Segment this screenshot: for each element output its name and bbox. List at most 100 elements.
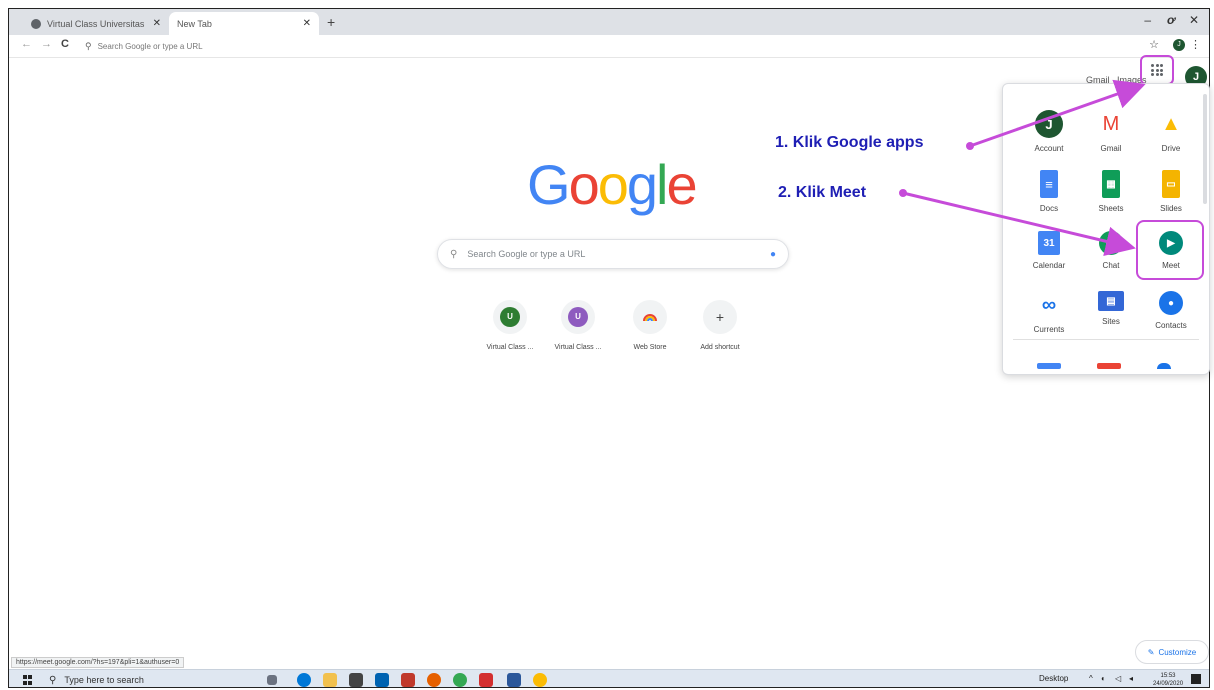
profile-avatar[interactable]: J [1173,39,1185,51]
meet-highlight-box [1136,220,1204,280]
sheets-icon: ▦ [1102,170,1120,198]
calendar-icon: 31 [1038,231,1060,255]
apps-grid-icon [1151,64,1163,76]
shortcut-virtual-class-1[interactable]: U Virtual Class ... [473,300,547,351]
omnibox-placeholder: Search Google or type a URL [97,41,203,51]
app-account[interactable]: J Account [1019,110,1079,153]
docs-icon: ≡ [1040,170,1058,198]
shortcut-label: Add shortcut [700,344,740,351]
acrobat-icon[interactable] [479,673,493,687]
step2-annotation: 2. Klik Meet [778,184,867,201]
slides-icon: ▭ [1162,170,1180,198]
app-label: Slides [1160,204,1182,213]
app-sheets[interactable]: ▦ Sheets [1081,170,1141,213]
restore-icon[interactable]: ơ [1167,13,1175,27]
account-icon: J [1035,110,1063,138]
word-icon[interactable] [507,673,521,687]
shortcut-tile: U [493,300,527,334]
app-label: Chat [1102,261,1120,270]
status-bar-url: https://meet.google.com/?hs=197&pli=1&au… [11,657,185,668]
app-currents[interactable]: ∞ Currents [1019,291,1079,335]
logo-letter: o [597,153,629,216]
tab-title: New Tab [177,18,212,29]
microphone-icon[interactable]: ● [770,249,776,260]
back-arrow-icon[interactable]: ← [21,38,32,50]
app-label: Docs [1039,204,1059,213]
drive-icon: ▲ [1161,112,1181,135]
chat-icon: @ [1099,231,1123,255]
app-drive[interactable]: ▲ Drive [1141,110,1201,154]
app-label: Sheets [1098,204,1124,213]
tab-virtual-class[interactable]: Virtual Class Universitas Klabat ✕ [23,12,169,35]
next-app-icon[interactable] [1037,363,1061,369]
omnibox[interactable]: ⚲ Search Google or type a URL [85,38,1135,54]
web-store-icon [643,314,657,322]
volume-icon[interactable]: ◁ [1115,674,1121,683]
logo-letter: o [568,153,600,216]
store-icon[interactable] [349,673,363,687]
forward-arrow-icon[interactable]: → [41,38,52,50]
app-chat[interactable]: @ Chat [1081,231,1141,270]
google-apps-button[interactable] [1140,55,1174,85]
customize-button[interactable]: ✎ Customize [1135,640,1209,664]
windows-start-icon[interactable] [23,675,33,685]
task-view-icon[interactable] [267,675,277,685]
taskbar-search-input[interactable]: ⚲ Type here to search [49,672,259,687]
windows-taskbar: ⚲ Type here to search Desktop ^ ◐ ◁ ◂ 15… [9,669,1209,687]
search-placeholder: Search Google or type a URL [467,249,586,259]
app-label: Gmail [1100,144,1122,153]
app-label: Currents [1033,325,1065,334]
app-slides[interactable]: ▭ Slides [1141,170,1201,213]
next-app-icon[interactable] [1097,363,1121,369]
shortcut-virtual-class-2[interactable]: U Virtual Class ... [541,300,615,351]
edge-icon[interactable] [297,673,311,687]
minimize-icon[interactable]: – [1144,13,1151,27]
new-tab-plus-icon[interactable]: + [327,14,335,30]
speaker-icon[interactable]: ◂ [1129,674,1133,683]
search-icon: ⚲ [450,248,458,260]
clock-time: 15:53 [1160,673,1176,679]
tab-bar: Virtual Class Universitas Klabat ✕ New T… [9,9,1209,35]
shortcut-web-store[interactable]: Web Store [613,300,687,351]
close-icon[interactable]: ✕ [303,18,311,29]
desktop-toolbar-label[interactable]: Desktop [1039,674,1068,683]
panel-scrollbar[interactable] [1203,94,1207,204]
menu-kebab-icon[interactable]: ⋮ [1190,38,1201,51]
network-icon[interactable]: ◐ [1101,674,1106,683]
shortcut-label: Web Store [633,344,667,351]
chrome-icon[interactable] [453,673,467,687]
reload-icon[interactable]: C [61,38,69,50]
shortcut-label: Virtual Class ... [486,344,534,351]
app-label: Sites [1102,317,1120,326]
firefox-icon[interactable] [427,673,441,687]
app-gmail[interactable]: M Gmail [1081,110,1141,154]
app-calendar[interactable]: 31 Calendar [1019,231,1079,270]
mail-icon[interactable] [375,673,389,687]
chrome-active-icon[interactable] [533,673,547,687]
close-icon[interactable]: ✕ [153,18,161,29]
window-close-icon[interactable]: ✕ [1189,13,1199,27]
bookmark-star-icon[interactable]: ☆ [1149,38,1159,51]
shortcut-tile: U [561,300,595,334]
tab-new-tab[interactable]: New Tab ✕ [169,12,319,35]
contacts-icon: ● [1159,291,1183,315]
app-docs[interactable]: ≡ Docs [1019,170,1079,213]
logo-letter: g [626,153,658,216]
shortcut-tile: + [703,300,737,334]
app-sites[interactable]: ▤ Sites [1081,291,1141,326]
taskbar-clock[interactable]: 15:53 24/09/2020 [1153,672,1184,687]
search-input[interactable]: ⚲ Search Google or type a URL ● [437,239,789,269]
shortcut-add[interactable]: + Add shortcut [683,300,757,351]
currents-icon: ∞ [1041,293,1057,316]
tray-chevron-icon[interactable]: ^ [1089,674,1093,683]
pencil-icon: ✎ [1147,647,1155,657]
shortcut-letter-icon: U [500,307,520,327]
clock-date: 24/09/2020 [1153,681,1184,687]
shortcut-tile [633,300,667,334]
app-contacts[interactable]: ● Contacts [1141,291,1201,330]
notification-icon[interactable] [1191,674,1201,684]
search-icon: ⚲ [49,674,57,686]
mcafee-icon[interactable] [401,673,415,687]
next-app-icon[interactable] [1157,363,1171,369]
file-explorer-icon[interactable] [323,673,337,687]
